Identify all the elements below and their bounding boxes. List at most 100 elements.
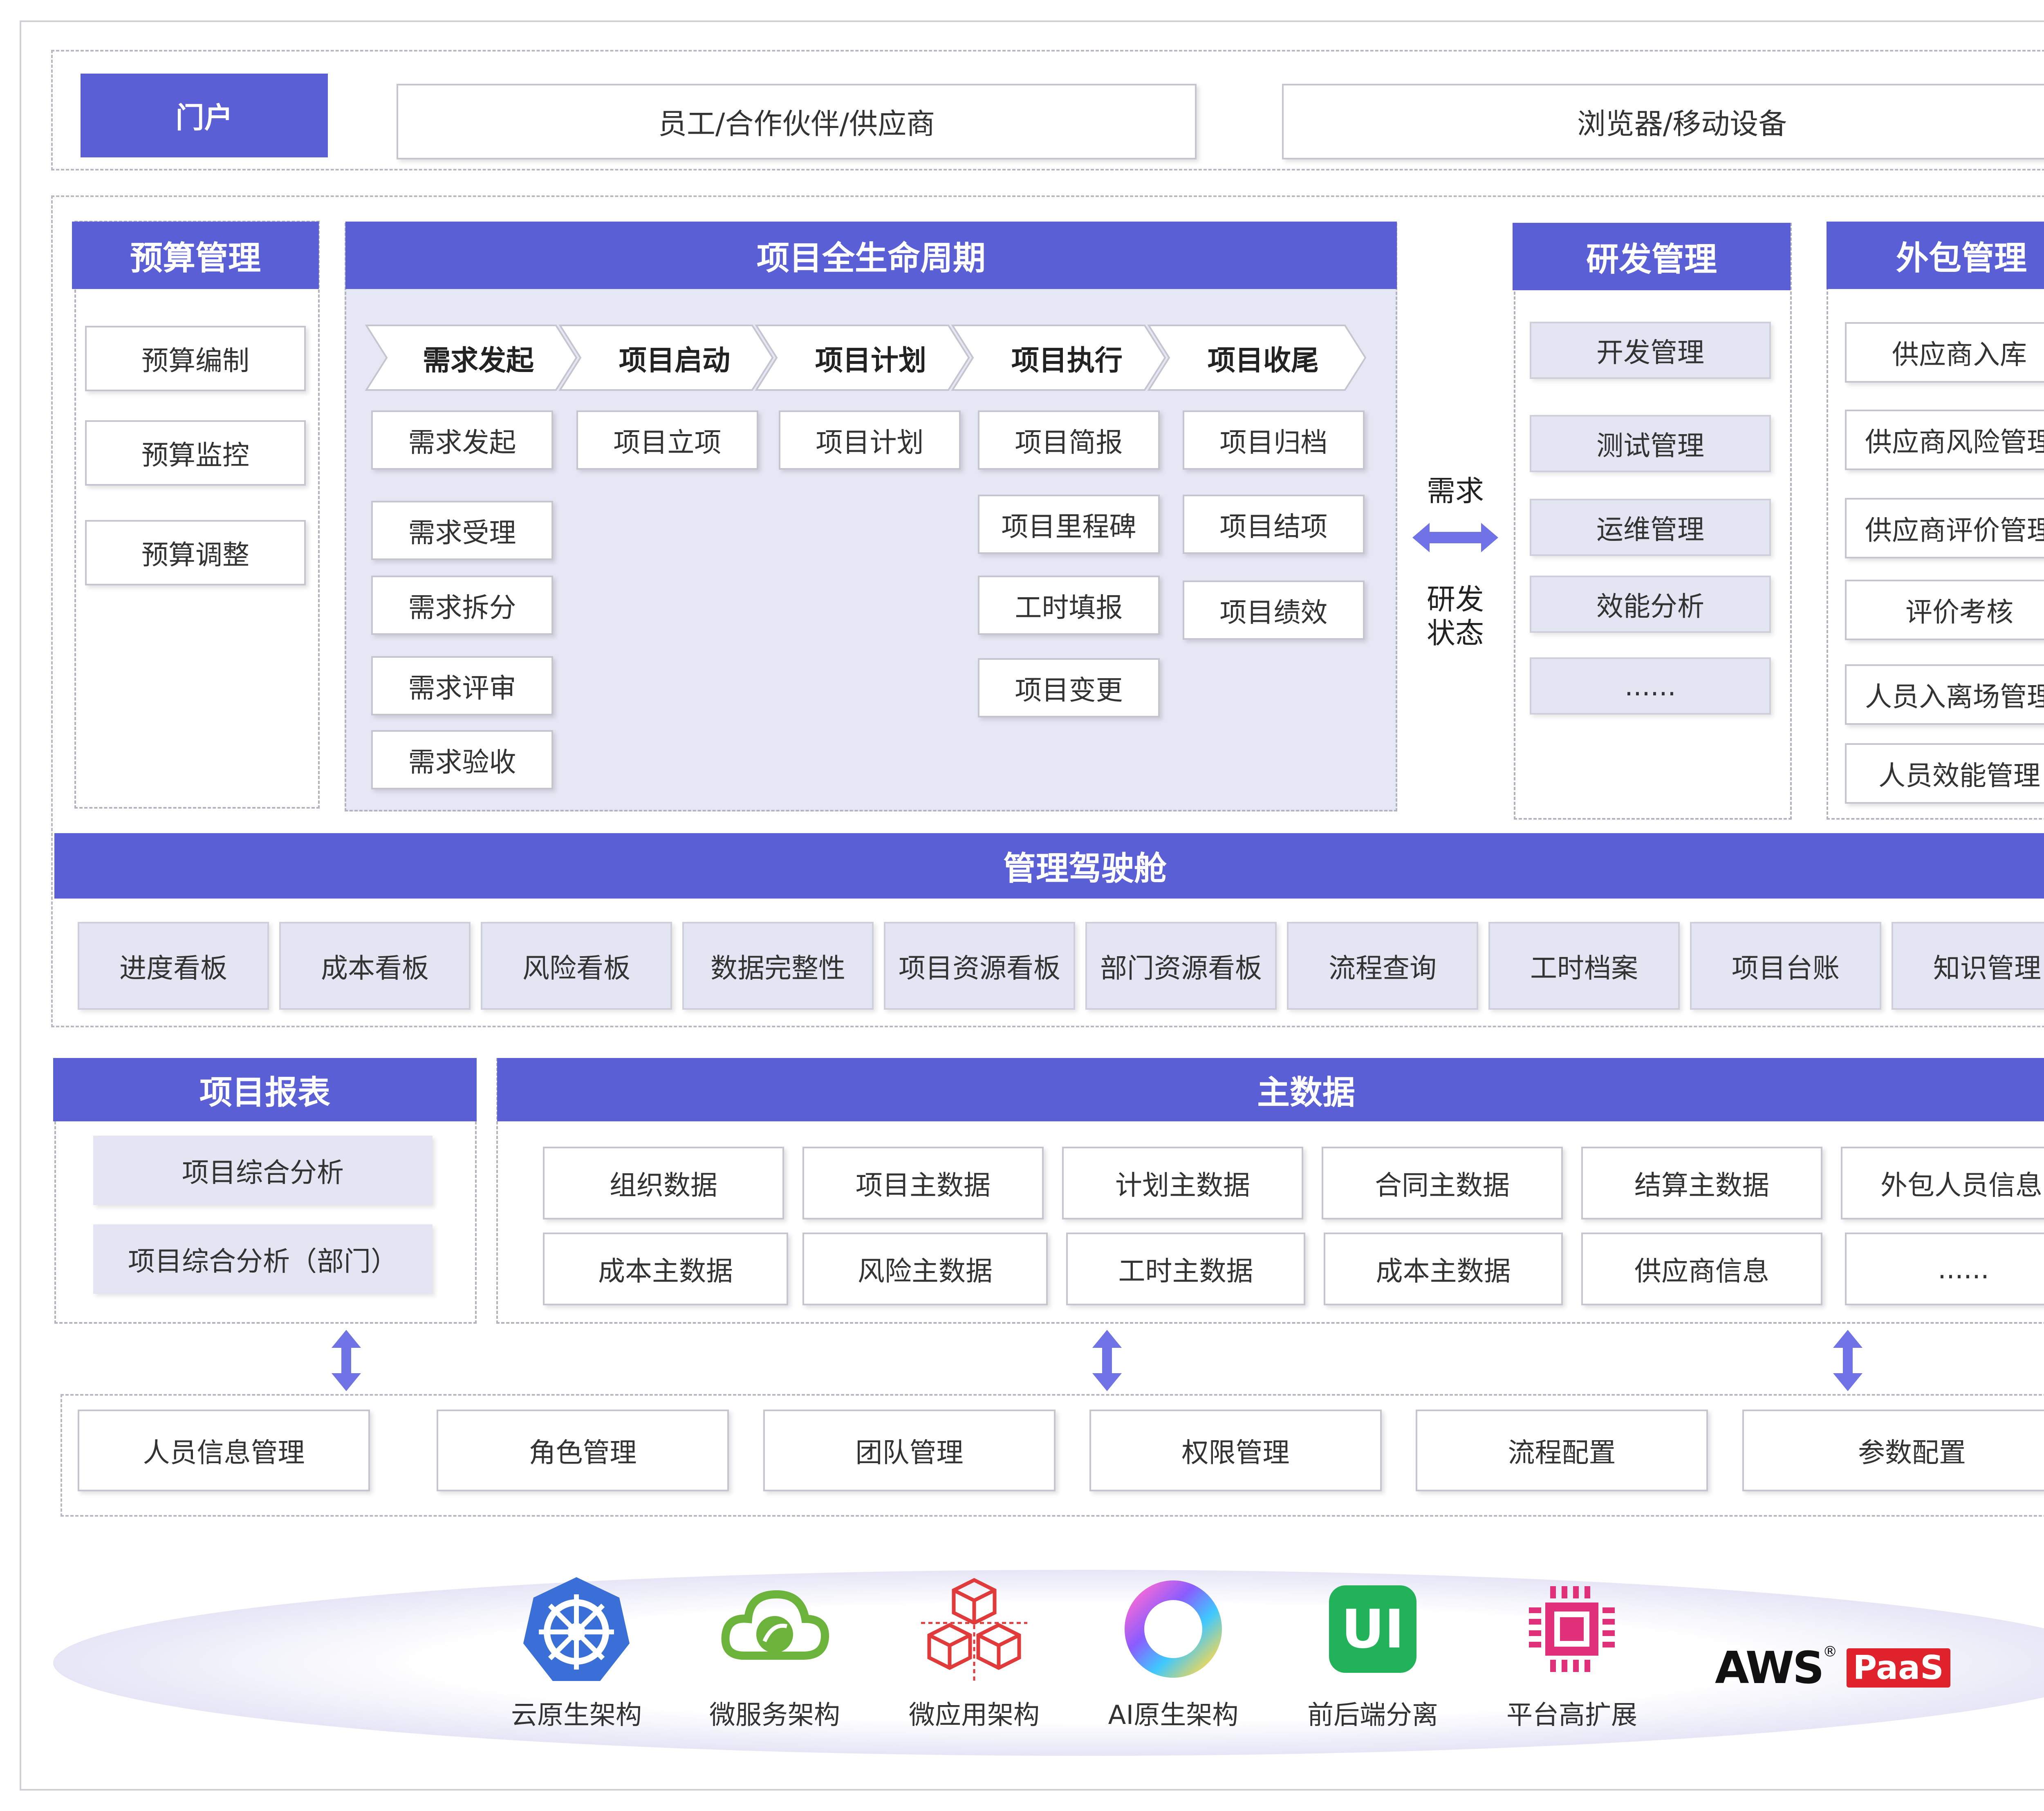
cockpit-item: 成本看板 xyxy=(279,922,471,1010)
cubes-icon xyxy=(921,1578,1027,1681)
portal-users: 员工/合作伙伴/供应商 xyxy=(397,84,1197,159)
cockpit-item: 数据完整性 xyxy=(682,922,874,1010)
stage-label: 项目计划 xyxy=(815,344,926,377)
outsource-item: 评价考核 xyxy=(1845,580,2044,640)
double-arrow-icon xyxy=(1412,523,1498,552)
aws-logo-mark: ® xyxy=(1822,1643,1838,1660)
lifecycle-item: 需求评审 xyxy=(371,656,553,715)
lifecycle-item: 工时填报 xyxy=(978,576,1160,635)
lifecycle-item: 项目结项 xyxy=(1183,495,1365,554)
outsource-title: 外包管理 xyxy=(1827,222,2044,289)
lifecycle-item: 需求拆分 xyxy=(371,576,553,635)
rd-item: 开发管理 xyxy=(1530,322,1771,379)
tech-item: 云原生架构 xyxy=(497,1574,656,1732)
portal-devices: 浏览器/移动设备 xyxy=(1282,84,2044,159)
master-item: 组织数据 xyxy=(543,1147,784,1219)
master-item: 合同主数据 xyxy=(1322,1147,1563,1219)
outsource-item: 人员效能管理 xyxy=(1845,743,2044,804)
system-item: 权限管理 xyxy=(1089,1410,1382,1491)
cockpit-item: 流程查询 xyxy=(1287,922,1478,1010)
budget-title: 预算管理 xyxy=(72,222,319,289)
lifecycle-item: 需求受理 xyxy=(371,501,553,560)
kubernetes-icon xyxy=(523,1577,630,1681)
system-item: 流程配置 xyxy=(1416,1410,1708,1491)
report-item: 项目综合分析 xyxy=(93,1136,433,1205)
master-item: ...... xyxy=(1845,1233,2044,1305)
master-item: 风险主数据 xyxy=(802,1233,1048,1305)
cockpit-item: 风险看板 xyxy=(481,922,672,1010)
cockpit-title: 管理驾驶舱 xyxy=(54,833,2044,899)
sync-top-label: 需求 xyxy=(1427,474,1484,508)
vertical-arrow-icon xyxy=(1092,1330,1122,1391)
budget-item: 预算调整 xyxy=(85,520,306,585)
tech-label: AI原生架构 xyxy=(1108,1700,1239,1730)
cockpit-item: 项目台账 xyxy=(1690,922,1881,1010)
tech-label: 云原生架构 xyxy=(511,1700,642,1730)
budget-panel xyxy=(74,221,320,809)
cockpit-item: 进度看板 xyxy=(78,922,269,1010)
tech-item: UI 前后端分离 xyxy=(1293,1574,1452,1732)
reports-title: 项目报表 xyxy=(53,1058,477,1121)
chip-icon xyxy=(1529,1586,1615,1672)
outsource-item: 供应商入库 xyxy=(1845,322,2044,383)
rd-item: 效能分析 xyxy=(1530,576,1771,633)
stage-label: 需求发起 xyxy=(422,344,534,377)
system-item: 团队管理 xyxy=(763,1410,1056,1491)
lifecycle-item: 项目计划 xyxy=(779,410,961,470)
tech-item: 微应用架构 xyxy=(894,1574,1054,1732)
outsource-item: 供应商风险管理 xyxy=(1845,410,2044,470)
budget-item: 预算监控 xyxy=(85,420,306,486)
aws-paas-logo: AWS ® PaaS xyxy=(1715,1639,1985,1697)
lifecycle-item: 需求发起 xyxy=(371,410,553,470)
master-item: 供应商信息 xyxy=(1581,1233,1822,1305)
vertical-arrow-icon xyxy=(332,1330,361,1391)
ai-ring-icon xyxy=(1125,1580,1222,1678)
master-item: 外包人员信息 xyxy=(1841,1147,2044,1219)
ui-icon: UI xyxy=(1329,1585,1416,1673)
lifecycle-item: 项目绩效 xyxy=(1183,581,1365,640)
rd-title: 研发管理 xyxy=(1513,223,1791,290)
rd-item: ...... xyxy=(1530,657,1771,715)
lifecycle-item: 项目变更 xyxy=(978,658,1160,717)
paas-badge: PaaS xyxy=(1846,1648,1950,1688)
tech-label: 前后端分离 xyxy=(1307,1700,1438,1730)
vertical-arrow-icon xyxy=(1833,1330,1862,1391)
outsource-item: 供应商评价管理 xyxy=(1845,498,2044,558)
system-item: 人员信息管理 xyxy=(78,1410,370,1491)
cockpit-item: 部门资源看板 xyxy=(1085,922,1277,1010)
lifecycle-item: 需求验收 xyxy=(371,730,553,789)
spring-cloud-icon xyxy=(721,1590,829,1660)
system-item: 角色管理 xyxy=(437,1410,729,1491)
tech-item: 微服务架构 xyxy=(695,1574,854,1732)
lifecycle-item: 项目立项 xyxy=(576,410,758,470)
lifecycle-item: 项目归档 xyxy=(1183,410,1365,470)
tech-label: 平台高扩展 xyxy=(1506,1700,1637,1730)
cockpit-item: 项目资源看板 xyxy=(884,922,1075,1010)
stage-label: 项目执行 xyxy=(1011,344,1123,377)
master-item: 成本主数据 xyxy=(1324,1233,1563,1305)
cockpit-item: 工时档案 xyxy=(1488,922,1680,1010)
lifecycle-item: 项目简报 xyxy=(978,410,1160,470)
tech-item: AI原生架构 xyxy=(1094,1574,1253,1732)
budget-item: 预算编制 xyxy=(85,326,306,391)
stage-label: 项目启动 xyxy=(619,344,730,377)
svg-text:UI: UI xyxy=(1341,1598,1404,1660)
cockpit-item: 知识管理 xyxy=(1892,922,2044,1010)
tech-label: 微服务架构 xyxy=(709,1700,840,1730)
master-item: 计划主数据 xyxy=(1062,1147,1303,1219)
rd-item: 运维管理 xyxy=(1530,499,1771,556)
portal-label: 门户 xyxy=(81,74,328,157)
master-title: 主数据 xyxy=(497,1058,2044,1121)
tech-item: 平台高扩展 xyxy=(1492,1574,1652,1732)
stage-label: 项目收尾 xyxy=(1207,344,1319,377)
aws-logo-text: AWS xyxy=(1715,1642,1824,1694)
lifecycle-item: 项目里程碑 xyxy=(978,495,1160,554)
tech-label: 微应用架构 xyxy=(909,1700,1040,1730)
master-item: 项目主数据 xyxy=(802,1147,1044,1219)
report-item: 项目综合分析（部门） xyxy=(93,1224,433,1294)
sync-bottom-label: 状态 xyxy=(1427,616,1484,650)
master-item: 结算主数据 xyxy=(1581,1147,1822,1219)
master-item: 工时主数据 xyxy=(1066,1233,1305,1305)
outsource-item: 人员入离场管理 xyxy=(1845,664,2044,725)
rd-item: 测试管理 xyxy=(1530,415,1771,472)
